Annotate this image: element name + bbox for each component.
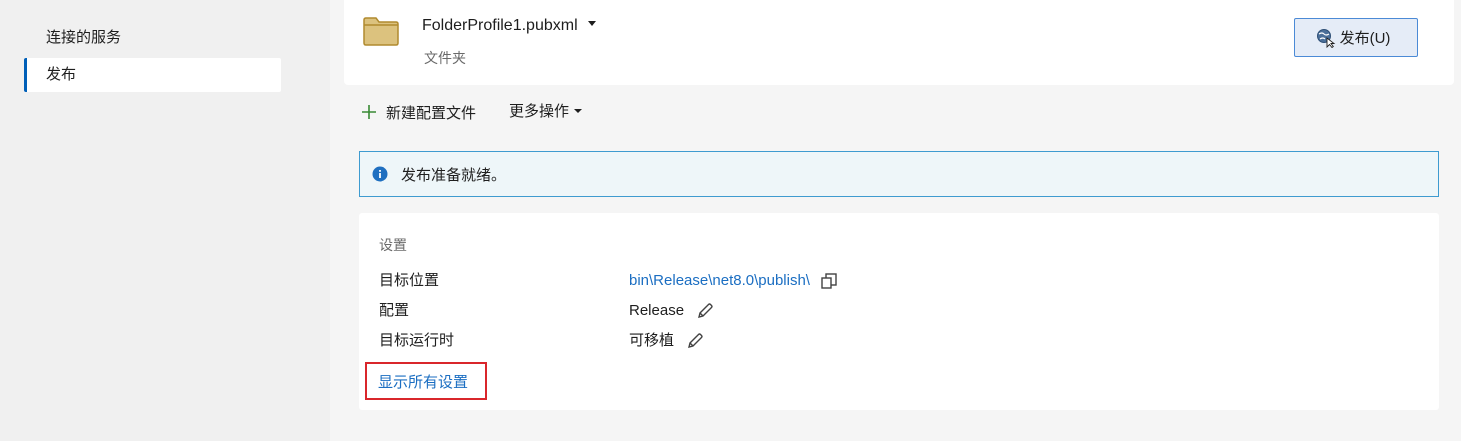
target-location-link[interactable]: bin\Release\net8.0\publish\ [629,270,810,292]
plus-icon [362,105,376,119]
profile-type: 文件夹 [424,50,466,66]
profile-name: FolderProfile1.pubxml [422,17,578,34]
profile-header: FolderProfile1.pubxml 文件夹 发布(U) [344,0,1454,85]
chevron-down-icon [587,21,596,27]
info-bar: 发布准备就绪。 [359,151,1439,197]
nav-item-label: 发布 [46,66,77,83]
pencil-icon[interactable] [686,332,704,350]
setting-value-container: 可移植 [629,330,704,352]
caret-down-icon [574,109,583,114]
new-profile-button[interactable]: 新建配置文件 [361,101,476,123]
folder-icon [363,17,399,46]
publish-button[interactable]: 发布(U) [1294,18,1418,57]
setting-value-container: bin\Release\net8.0\publish\ [629,270,838,292]
more-actions-menu[interactable]: 更多操作 [509,101,583,123]
publish-button-label: 发布(U) [1339,30,1391,47]
profile-selector[interactable]: FolderProfile1.pubxml [422,17,596,35]
info-message: 发布准备就绪。 [401,166,507,184]
publish-web-icon [1316,28,1335,48]
more-actions-label: 更多操作 [509,103,570,120]
nav-item-publish[interactable]: 发布 [24,58,281,92]
settings-title: 设置 [379,237,407,253]
nav-item-label: 连接的服务 [46,29,122,46]
setting-label: 目标位置 [379,272,440,289]
pencil-icon[interactable] [696,302,714,320]
configuration-value: Release [629,302,685,319]
new-profile-label: 新建配置文件 [386,104,477,122]
nav-item-connected-services[interactable]: 连接的服务 [24,21,281,55]
setting-label: 配置 [379,302,410,319]
show-all-settings-link[interactable]: 显示所有设置 [378,371,468,392]
setting-label: 目标运行时 [379,332,455,349]
left-nav: 连接的服务 发布 [0,0,330,441]
info-icon [372,166,388,182]
setting-value-container: Release [629,300,714,322]
target-runtime-value: 可移植 [629,332,675,349]
copy-icon[interactable] [820,272,838,290]
settings-card: 设置 目标位置 bin\Release\net8.0\publish\ 配置 R… [359,213,1439,410]
